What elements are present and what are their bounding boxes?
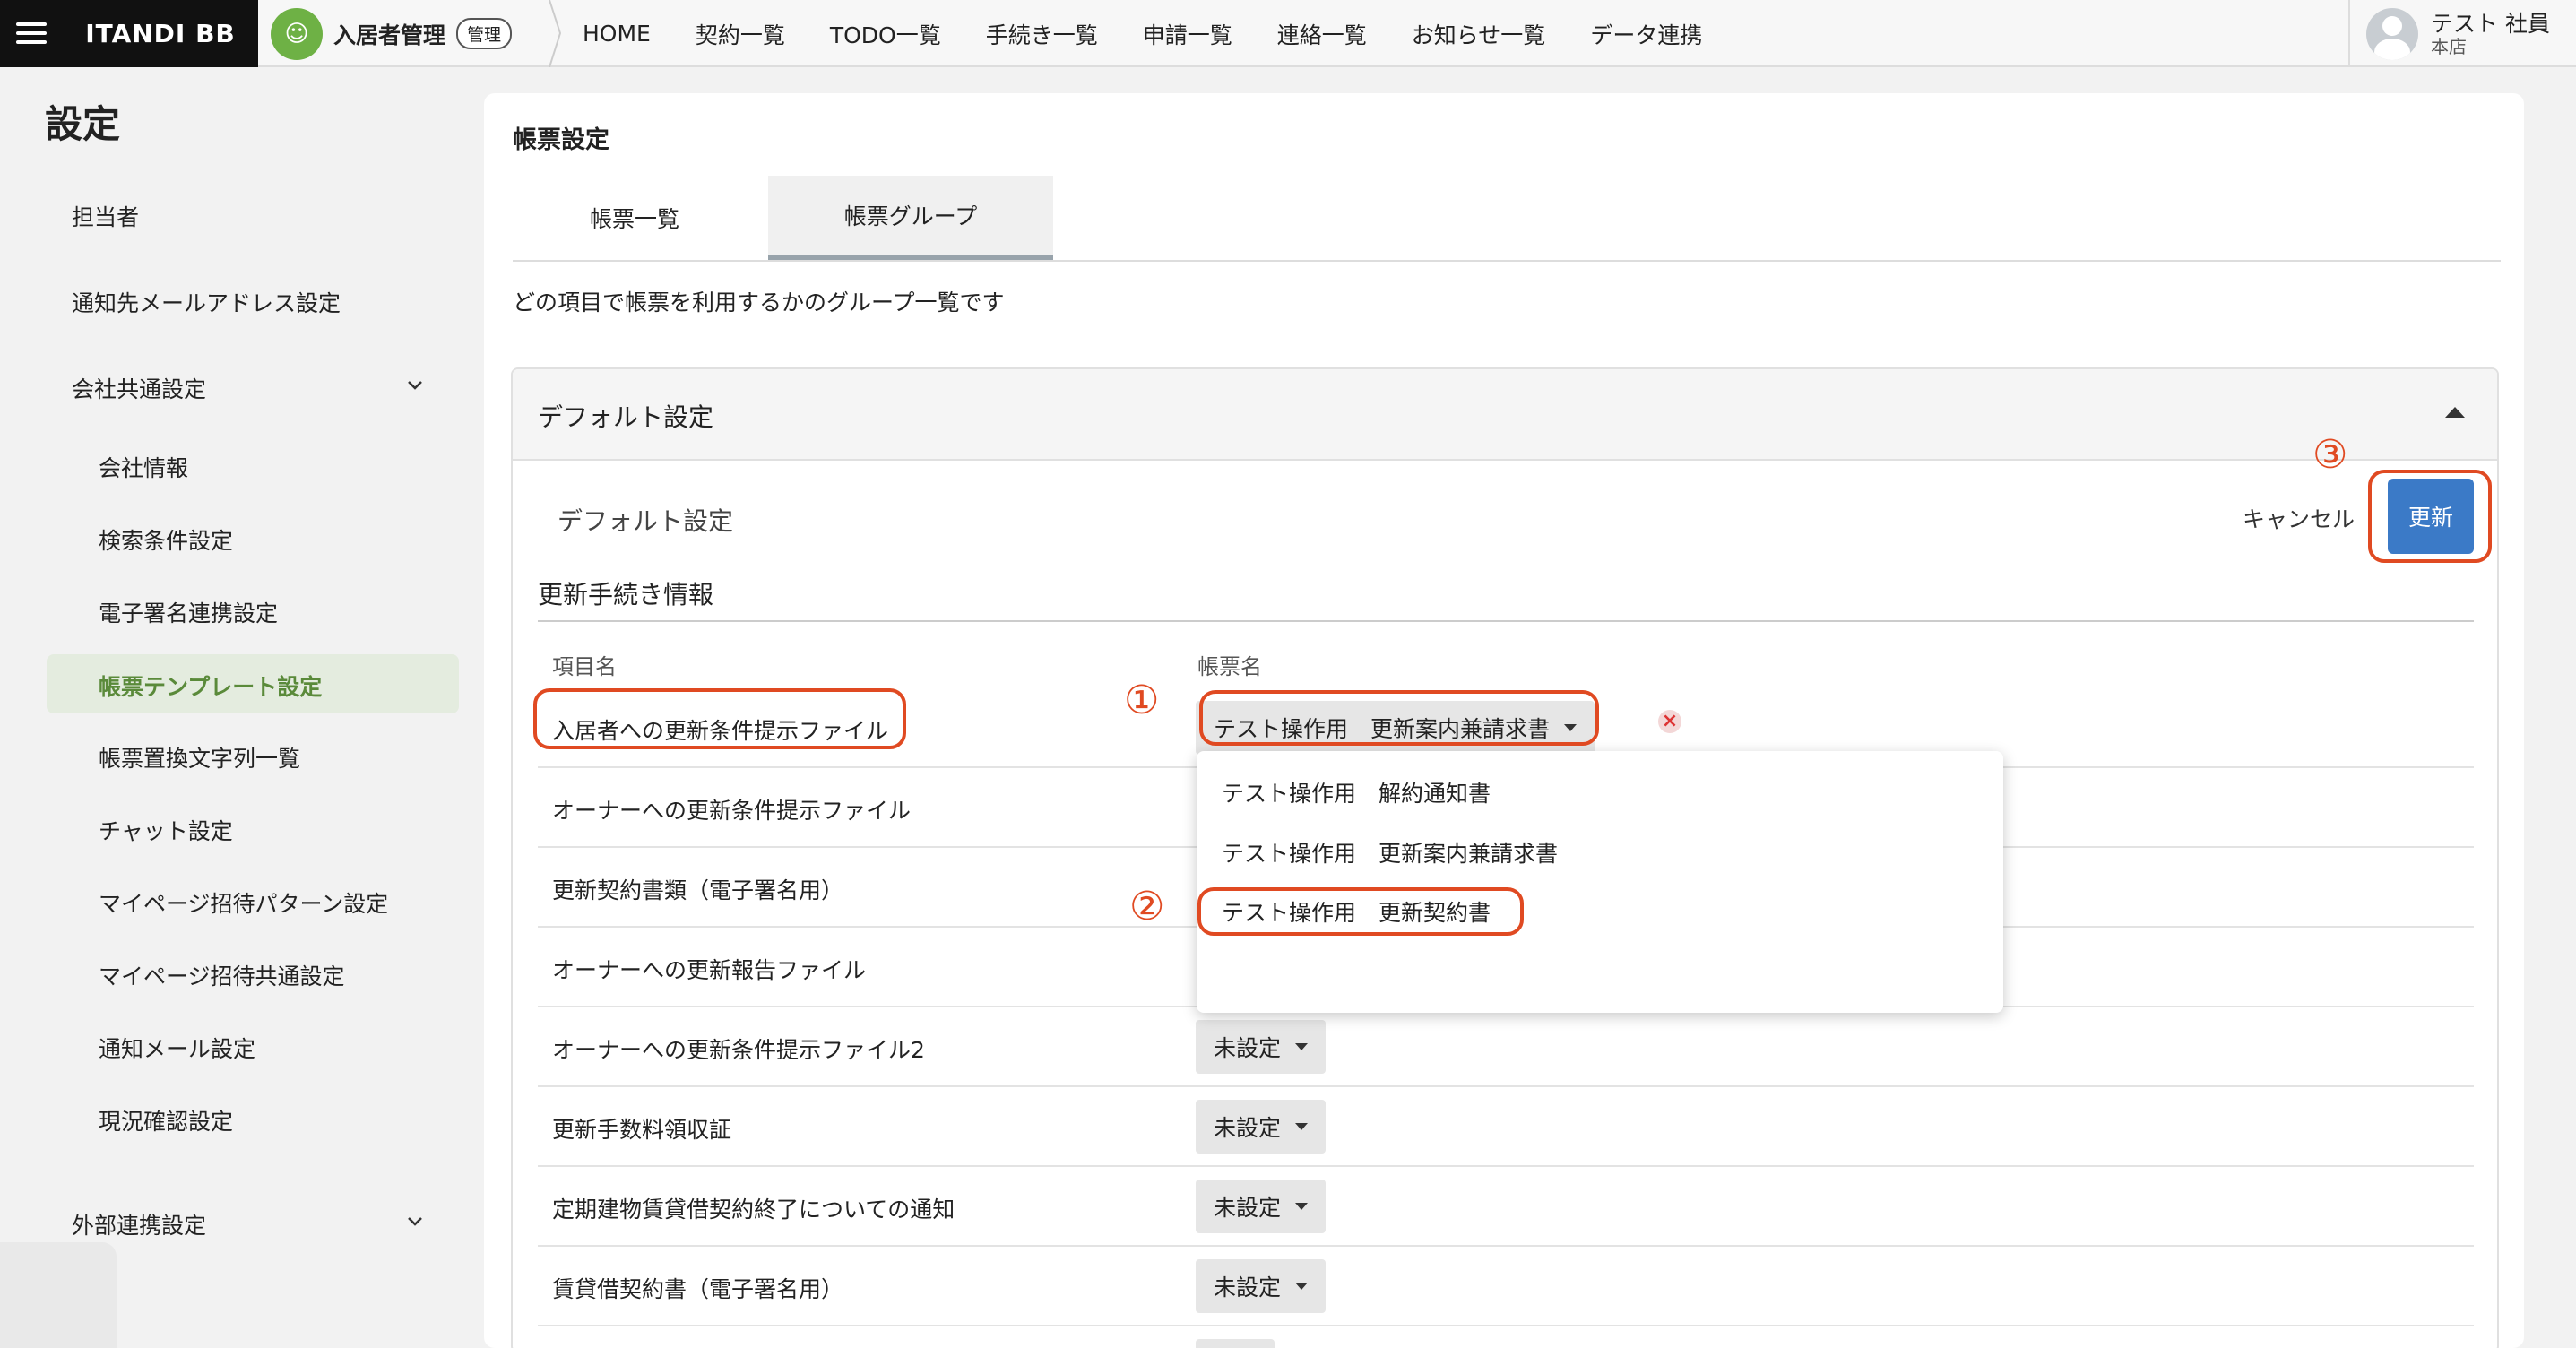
sidebar-item-template[interactable]: 帳票テンプレート設定 — [99, 670, 322, 702]
caret-down-icon — [1295, 1123, 1309, 1130]
sidebar-item-company-info[interactable]: 会社情報 — [99, 451, 188, 483]
settings-title: 設定 — [45, 102, 121, 146]
sidebar-item-external-group[interactable]: 外部連携設定 — [72, 1208, 206, 1240]
service-mascot-icon: ☺ — [271, 7, 323, 60]
nav-applications[interactable]: 申請一覧 — [1143, 18, 1232, 50]
main-nav: HOME 契約一覧 TODO一覧 手続き一覧 申請一覧 連絡一覧 お知らせ一覧 … — [583, 0, 1702, 67]
nav-contacts[interactable]: 連絡一覧 — [1277, 18, 1367, 50]
top-navigation-bar: ITANDI BB ☺ 入居者管理 管理 HOME 契約一覧 TODO一覧 手続… — [0, 0, 2576, 67]
sidebar-item-notify-mail[interactable]: 通知メール設定 — [99, 1032, 255, 1064]
section-divider — [538, 620, 2474, 622]
table-row: 賃貸借契約書（電子署名用） 未設定 — [538, 1247, 2474, 1326]
annotation-frame-update — [2368, 470, 2492, 563]
select-value: 未設定 — [1214, 1275, 1282, 1300]
caret-down-icon — [1295, 1203, 1309, 1210]
avatar — [2366, 7, 2418, 60]
floating-widget[interactable] — [0, 1242, 117, 1348]
panel-title: デフォルト設定 — [538, 402, 714, 432]
row-label: 定期建物賃貸借契約終了についての通知 — [552, 1197, 955, 1223]
sidebar-item-company-group[interactable]: 会社共通設定 — [72, 372, 206, 404]
row-label: オーナーへの更新条件提示ファイル — [552, 798, 912, 824]
sidebar-item-status[interactable]: 現況確認設定 — [99, 1104, 233, 1136]
tab-list: 帳票一覧 帳票グループ — [513, 176, 2501, 262]
page-description: どの項目で帳票を利用するかのグループ一覧です — [513, 289, 1005, 315]
form-select[interactable]: 未設定 — [1196, 1020, 1327, 1074]
caret-up-icon[interactable] — [2445, 407, 2465, 418]
table-row: オーナーへの更新条件提示ファイル2 未設定 — [538, 1007, 2474, 1087]
nav-contracts[interactable]: 契約一覧 — [696, 18, 785, 50]
tab-form-group[interactable]: 帳票グループ — [768, 176, 1053, 260]
select-value: 未設定 — [1214, 1035, 1282, 1061]
annotation-frame-select — [1199, 690, 1599, 746]
sidebar-item-tantousha[interactable]: 担当者 — [72, 200, 139, 232]
form-select[interactable]: 未設定 — [1196, 1180, 1327, 1233]
tab-form-list[interactable]: 帳票一覧 — [513, 176, 756, 260]
annotation-frame-row-label — [533, 688, 906, 749]
user-name: テスト 社員 — [2431, 10, 2550, 37]
section-title: 更新手続き情報 — [538, 580, 714, 609]
row-label: 賃貸借契約書（電子署名用） — [552, 1276, 844, 1302]
sidebar-item-mypage-common[interactable]: マイページ招待共通設定 — [99, 959, 345, 991]
column-header-item: 項目名 — [552, 654, 617, 679]
nav-home[interactable]: HOME — [583, 21, 651, 47]
panel-header[interactable]: デフォルト設定 — [513, 369, 2497, 461]
chevron-divider-icon — [549, 0, 561, 67]
annotation-step-2: ② — [1129, 884, 1165, 929]
sidebar-item-mypage-pattern[interactable]: マイページ招待パターン設定 — [99, 886, 388, 919]
clear-icon[interactable]: × — [1658, 710, 1681, 733]
nav-procedures[interactable]: 手続き一覧 — [986, 18, 1098, 50]
annotation-step-3: ③ — [2312, 432, 2348, 478]
service-name: 入居者管理 — [333, 22, 446, 48]
nav-notices[interactable]: お知らせ一覧 — [1412, 18, 1546, 50]
annotation-step-1: ① — [1124, 678, 1160, 723]
form-dropdown-menu: テスト操作用 解約通知書 テスト操作用 更新案内兼請求書 テスト操作用 更新契約… — [1197, 751, 2003, 1013]
user-store: 本店 — [2431, 35, 2467, 57]
cancel-button[interactable]: キャンセル — [2243, 502, 2355, 534]
service-switcher[interactable]: ☺ 入居者管理 管理 — [258, 0, 554, 67]
caret-down-icon — [1295, 1043, 1309, 1050]
user-menu[interactable]: テスト 社員 本店 — [2348, 0, 2576, 67]
row-label: オーナーへの更新条件提示ファイル2 — [552, 1037, 925, 1063]
chevron-down-icon[interactable] — [405, 1212, 425, 1231]
select-value: 未設定 — [1214, 1195, 1282, 1221]
select-value: 未設定 — [1214, 1115, 1282, 1141]
nav-todo[interactable]: TODO一覧 — [830, 18, 941, 50]
dropdown-option[interactable]: テスト操作用 更新案内兼請求書 — [1222, 836, 1558, 868]
form-select[interactable]: 未設定 — [1196, 1259, 1327, 1313]
sidebar-item-esign[interactable]: 電子署名連携設定 — [99, 596, 278, 628]
page-title: 帳票設定 — [513, 126, 609, 154]
nav-data-integration[interactable]: データ連携 — [1590, 18, 1702, 50]
sidebar-item-mail[interactable]: 通知先メールアドレス設定 — [72, 286, 341, 318]
group-name: デフォルト設定 — [558, 506, 734, 536]
row-label: 更新契約書類（電子署名用） — [552, 877, 844, 903]
row-label: オーナーへの更新報告ファイル — [552, 957, 867, 983]
form-select[interactable]: 未設定 — [1196, 1100, 1327, 1154]
service-badge: 管理 — [456, 18, 513, 49]
table-row: 更新手数料領収証 未設定 — [538, 1087, 2474, 1167]
settings-sidebar: 設定 担当者 通知先メールアドレス設定 会社共通設定 会社情報 検索条件設定 電… — [0, 69, 484, 1348]
itandi-bb-logo[interactable]: ITANDI BB — [63, 0, 258, 67]
caret-down-icon — [1295, 1283, 1309, 1290]
sidebar-item-replace[interactable]: 帳票置換文字列一覧 — [99, 741, 300, 773]
table-row — [538, 1326, 2474, 1348]
form-select[interactable] — [1196, 1339, 1275, 1348]
hamburger-menu-icon[interactable] — [0, 0, 63, 67]
sidebar-item-search[interactable]: 検索条件設定 — [99, 523, 233, 556]
column-header-form: 帳票名 — [1197, 654, 1262, 679]
sidebar-item-chat[interactable]: チャット設定 — [99, 814, 233, 846]
row-label: 更新手数料領収証 — [552, 1117, 732, 1143]
annotation-frame-option — [1197, 887, 1524, 936]
chevron-down-icon[interactable] — [405, 376, 425, 395]
dropdown-option[interactable]: テスト操作用 解約通知書 — [1222, 776, 1491, 808]
table-row: 定期建物賃貸借契約終了についての通知 未設定 — [538, 1167, 2474, 1247]
